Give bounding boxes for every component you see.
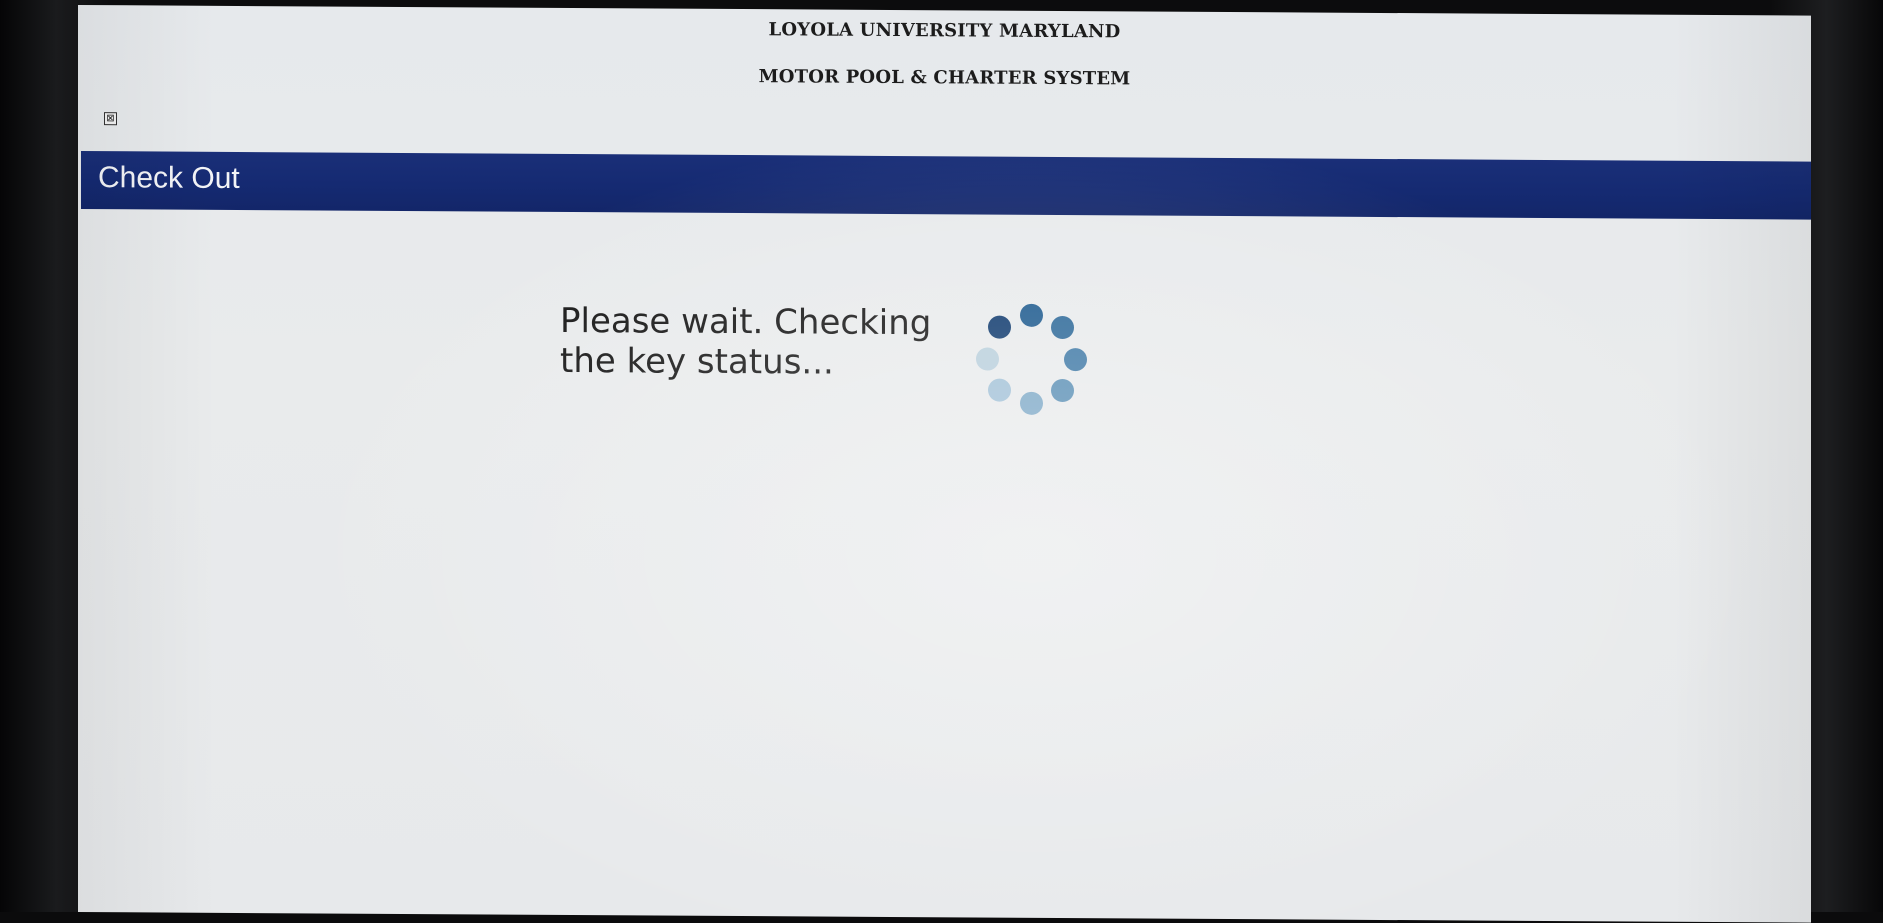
status-message-line2: the key status... [560, 340, 834, 383]
app-screen: LOYOLA UNIVERSITY MARYLAND MOTOR POOL & … [78, 5, 1811, 923]
spinner-dot [1019, 303, 1043, 327]
spinner-dot [975, 346, 999, 371]
loading-spinner-icon [971, 298, 1091, 419]
spinner-dot [988, 315, 1012, 340]
page-title-bar: Check Out [81, 151, 1811, 220]
page-title: Check Out [98, 161, 240, 195]
spinner-dot [1050, 378, 1074, 402]
spinner-dot [1019, 391, 1043, 415]
spinner-dot [988, 378, 1012, 402]
status-message-line1: Please wait. Checking [560, 300, 932, 344]
system-name: MOTOR POOL & CHARTER SYSTEM [758, 66, 1131, 90]
spinner-dot [1050, 316, 1074, 340]
status-message: Please wait. Checking the key status... [560, 301, 980, 384]
close-box-icon[interactable]: ⊠ [104, 112, 117, 126]
spinner-dot [1063, 347, 1087, 371]
institution-name: LOYOLA UNIVERSITY MARYLAND [768, 19, 1121, 43]
